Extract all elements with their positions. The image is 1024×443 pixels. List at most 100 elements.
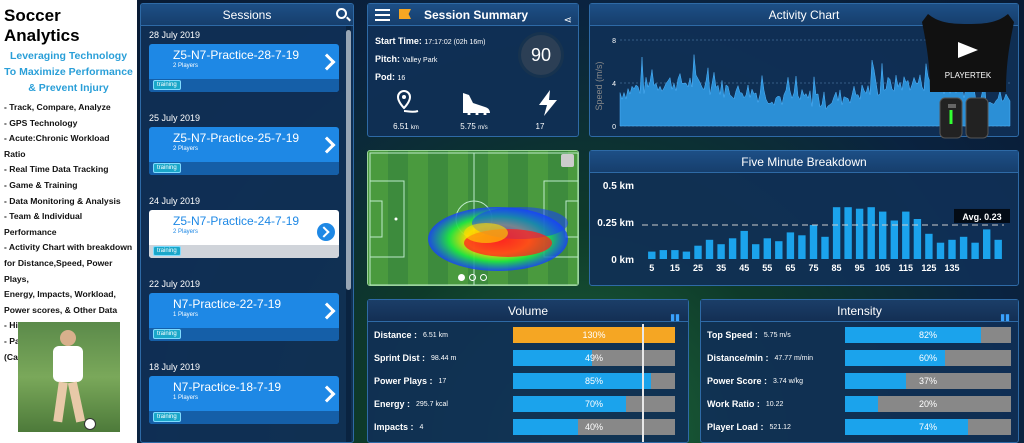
five-bar[interactable] — [936, 242, 945, 259]
five-xtick-label: 15 — [670, 263, 680, 273]
five-bar[interactable] — [809, 225, 818, 259]
carousel-dot[interactable] — [480, 274, 487, 281]
five-bar[interactable] — [971, 242, 979, 259]
five-minute-chart: 0.5 km 0.25 km 0 km 5 15 25 35 45 55 65 75 85 95 105 1… — [597, 181, 1010, 273]
chevron-right-icon[interactable] — [318, 302, 336, 320]
share-icon[interactable]: ⋖ — [564, 10, 572, 32]
session-name: Z5-N7-Practice-24-7-19 — [173, 214, 300, 228]
metric-value: 4 — [419, 423, 424, 431]
speed-unit: m/s — [478, 125, 488, 131]
summary-header: Session Summary ⋖ — [368, 4, 578, 26]
five-bar[interactable] — [844, 207, 852, 259]
search-icon[interactable] — [336, 8, 347, 19]
session-info: Start Time: 17:17:02 (02h 16m) Pitch: Va… — [375, 33, 485, 87]
five-bar[interactable] — [867, 207, 875, 259]
five-bar[interactable] — [659, 250, 667, 259]
carousel-dot[interactable] — [458, 274, 465, 281]
menu-icon[interactable] — [375, 9, 390, 21]
five-bar[interactable] — [682, 251, 691, 259]
session-date: 18 July 2019 — [149, 362, 201, 372]
session-card[interactable]: Z5-N7-Practice-24-7-19 2 Players training — [149, 210, 339, 258]
intensity-panel: Intensity ▮▮ Top Speed : 5.75 m/s 82% Dista… — [700, 299, 1019, 443]
chevron-right-icon[interactable] — [318, 385, 336, 403]
feature-item: - Data Monitoring & Analysis — [4, 195, 121, 206]
chevron-right-icon[interactable] — [317, 223, 335, 241]
session-summary-panel: Session Summary ⋖ Start Time: 17:17:02 (… — [367, 3, 579, 137]
metric-percent: 74% — [918, 422, 937, 432]
five-bar[interactable] — [763, 238, 771, 259]
five-bar[interactable] — [775, 241, 783, 259]
session-date: 28 July 2019 — [149, 30, 201, 40]
five-xtick-label: 35 — [716, 263, 726, 273]
feature-item: - Game & Training — [4, 179, 78, 190]
five-bar[interactable] — [890, 220, 898, 260]
five-xtick-label: 125 — [921, 263, 936, 273]
five-bar[interactable] — [994, 239, 1002, 259]
session-card[interactable]: N7-Practice-18-7-19 1 Players training — [149, 376, 339, 424]
carousel-dot[interactable] — [469, 274, 476, 281]
five-bar[interactable] — [959, 236, 968, 259]
five-bar[interactable] — [648, 251, 656, 259]
five-bar[interactable] — [821, 236, 829, 259]
metric-percent: 85% — [584, 376, 603, 386]
five-bar[interactable] — [855, 208, 864, 259]
session-group: 22 July 2019 N7-Practice-22-7-19 1 Players… — [141, 275, 353, 358]
metric-label: Power Plays : — [374, 376, 433, 386]
target-marker — [642, 324, 644, 442]
metric-bar: 60% — [845, 350, 1011, 366]
metric-bar: 37% — [845, 373, 1011, 389]
distance-value: 6.51 — [393, 122, 409, 131]
flag-icon[interactable] — [399, 9, 411, 19]
metric-percent: 130% — [582, 330, 606, 340]
five-xtick-label: 65 — [785, 263, 795, 273]
start-time-label: Start Time: — [375, 36, 422, 46]
five-bar[interactable] — [705, 239, 714, 259]
five-xtick-label: 55 — [762, 263, 772, 273]
scrollbar-thumb[interactable] — [346, 30, 351, 290]
five-bar[interactable] — [902, 211, 910, 259]
intensity-header: Intensity ▮▮ — [701, 300, 1018, 322]
metric-row: Distance/min : 47.77 m/min — [707, 349, 813, 367]
metric-value: 6.51 km — [423, 331, 448, 339]
chevron-right-icon[interactable] — [318, 136, 336, 154]
five-bar[interactable] — [832, 207, 841, 259]
metric-row: Top Speed : 5.75 m/s — [707, 326, 791, 344]
metric-label: Power Score : — [707, 376, 768, 386]
heatmap-panel — [367, 150, 579, 286]
five-bar[interactable] — [728, 238, 737, 259]
five-bar[interactable] — [925, 233, 933, 259]
five-bar[interactable] — [740, 230, 748, 259]
session-card[interactable]: Z5-N7-Practice-28-7-19 2 Players training — [149, 44, 339, 92]
metric-value: 47.77 m/min — [774, 354, 814, 362]
five-title: Five Minute Breakdown — [590, 151, 1018, 173]
session-name: N7-Practice-18-7-19 — [173, 380, 282, 394]
bar-chart-icon[interactable]: ▮▮ — [1000, 306, 1010, 328]
five-bar[interactable] — [798, 235, 806, 259]
metric-bar: 70% — [513, 396, 675, 412]
pitch-label: Pitch: — [375, 54, 401, 64]
feature-item: for Distance,Speed, Power Plays, — [4, 257, 113, 284]
info-sidebar: Soccer Analytics Leveraging Technology T… — [0, 0, 137, 443]
sessions-scrollbar[interactable] — [346, 26, 351, 442]
five-bar[interactable] — [717, 244, 725, 259]
svg-text:Avg. 0.23: Avg. 0.23 — [962, 212, 1001, 222]
activity-y-label: Speed (m/s) — [594, 61, 604, 110]
five-bar[interactable] — [786, 232, 795, 259]
edit-icon[interactable] — [561, 154, 574, 167]
five-bar[interactable] — [879, 211, 887, 259]
feature-item: - GPS Technology — [4, 117, 78, 128]
session-card[interactable]: N7-Practice-22-7-19 1 Players training — [149, 293, 339, 341]
five-bar[interactable] — [752, 244, 760, 259]
five-bar[interactable] — [983, 229, 991, 259]
session-name: Z5-N7-Practice-28-7-19 — [173, 48, 300, 62]
metric-bar: 40% — [513, 419, 675, 435]
five-bar[interactable] — [671, 250, 679, 259]
five-bar[interactable] — [694, 245, 702, 259]
metric-percent: 82% — [918, 330, 937, 340]
five-bar[interactable] — [948, 239, 956, 259]
session-card[interactable]: Z5-N7-Practice-25-7-19 2 Players training — [149, 127, 339, 175]
chevron-right-icon[interactable] — [318, 53, 336, 71]
bar-chart-icon[interactable]: ▮▮ — [670, 306, 680, 328]
five-ytick-label: 0 km — [611, 255, 634, 266]
activity-tick-label: 4 — [612, 81, 616, 88]
